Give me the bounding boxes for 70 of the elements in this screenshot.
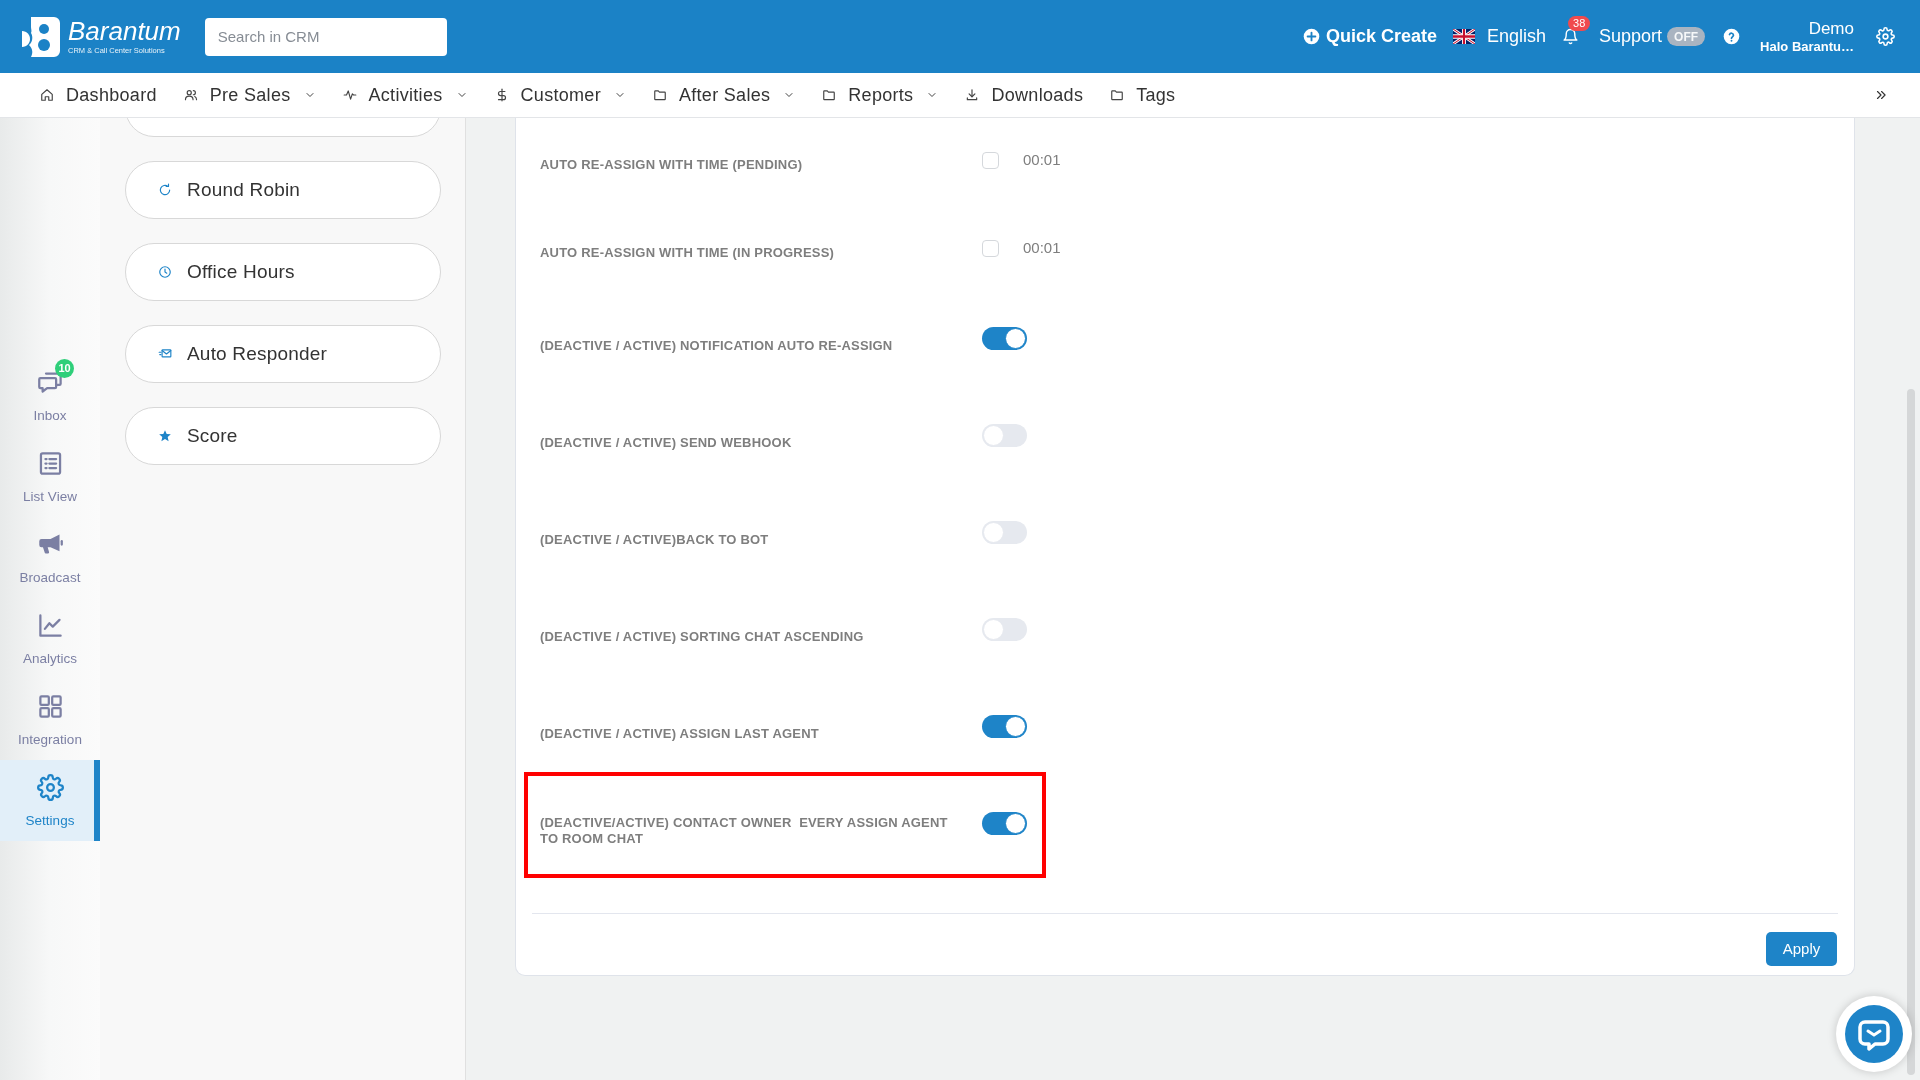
language-selector[interactable]: English [1453,23,1547,50]
bell-icon[interactable] [1562,28,1580,45]
sidebar-item[interactable]: Broadcast [0,517,100,598]
setting-label: (DEACTIVE / ACTIVE) NOTIFICATION AUTO RE-ASSIGN [540,337,894,354]
checkbox[interactable] [982,151,999,169]
setting-label: (DEACTIVE / ACTIVE) ASSIGN LAST AGENT [540,725,820,742]
toggle-switch[interactable] [982,327,1027,350]
setting-label: (DEACTIVE / ACTIVE) SEND WEBHOOK [540,434,793,451]
settings-menu-button[interactable]: Round Robin [125,161,441,219]
toggle-switch[interactable] [982,618,1027,641]
pulse-icon [342,88,357,102]
settings-menu-button[interactable]: Office Hours [125,243,441,301]
chat-icon [1845,1005,1903,1063]
setting-label: (DEACTIVE/ACTIVE) CONTACT OWNER EVERY ASSIGN AGENT TO ROOM CHAT [540,814,949,847]
settings-menu-button[interactable]: Score [125,407,441,465]
double-chevron-right-icon[interactable] [1874,88,1888,102]
duration-value: 00:01 [1023,237,1061,258]
line-chart-icon [36,612,64,639]
quick-create-button[interactable]: Quick Create [1302,23,1437,50]
search-field[interactable]: Search in CRM [204,17,447,56]
clock-icon [158,265,172,279]
setting-label: AUTO RE-ASSIGN WITH TIME (PENDING) [540,157,804,173]
logo-icon [22,16,60,57]
toggle-switch[interactable] [982,812,1027,835]
brand-name: Barantum [68,18,181,45]
settings-icon[interactable] [1876,27,1895,46]
folder-icon [1110,88,1125,102]
setting-label: AUTO RE-ASSIGN WITH TIME (IN PROGRESS) [540,245,836,261]
sidebar-item[interactable]: Settings [0,760,100,841]
flag-icon [1453,29,1475,44]
unread-badge: 10 [55,359,74,378]
nav-menu-item[interactable]: Dashboard [40,81,157,109]
users-icon [183,88,198,102]
duration-value: 00:01 [1023,149,1061,170]
folder-icon [652,88,667,102]
plus-circle-icon [1302,28,1320,45]
user-company[interactable]: Halo Barantu… [1760,39,1854,56]
download-icon [965,88,980,102]
star-icon [158,429,172,443]
folder-icon [822,88,837,102]
nav-menu-item[interactable]: Tags [1110,81,1176,109]
mail-icon [158,347,172,361]
toggle-switch[interactable] [982,715,1027,738]
toggle-switch[interactable] [982,424,1027,447]
refresh-icon [158,183,172,197]
nav-menu-item[interactable]: Activities [342,81,468,109]
toggle-switch[interactable] [982,521,1027,544]
apply-button[interactable]: Apply [1766,932,1837,966]
setting-label: (DEACTIVE / ACTIVE) SORTING CHAT ASCENDING [540,628,865,645]
setting-label: (DEACTIVE / ACTIVE)BACK TO BOT [540,531,770,548]
sidebar-item[interactable]: Inbox 10 [0,355,100,436]
settings-icon [36,774,64,801]
grid-icon [36,693,64,720]
nav-menu-item[interactable]: Customer [494,81,626,109]
nav-menu-item[interactable]: Downloads [965,81,1084,109]
sidebar-item[interactable]: Integration [0,679,100,760]
nav-menu-item[interactable]: Pre Sales [183,81,316,109]
notification-badge: 38 [1568,16,1591,31]
chat-widget-button[interactable] [1836,996,1912,1072]
help-icon[interactable] [1723,28,1741,45]
sidebar-item[interactable]: List View [0,436,100,517]
checkbox[interactable] [982,239,999,257]
settings-menu-button[interactable]: Auto Responder [125,325,441,383]
home-icon [40,88,54,102]
sidebar-item[interactable]: Analytics [0,598,100,679]
user-name[interactable]: Demo [1808,17,1854,39]
nav-menu-item[interactable]: Reports [822,81,939,109]
support-label: Support [1599,25,1663,48]
nav-menu-item[interactable]: After Sales [652,81,796,109]
scrollbar-thumb[interactable] [1907,389,1915,1075]
